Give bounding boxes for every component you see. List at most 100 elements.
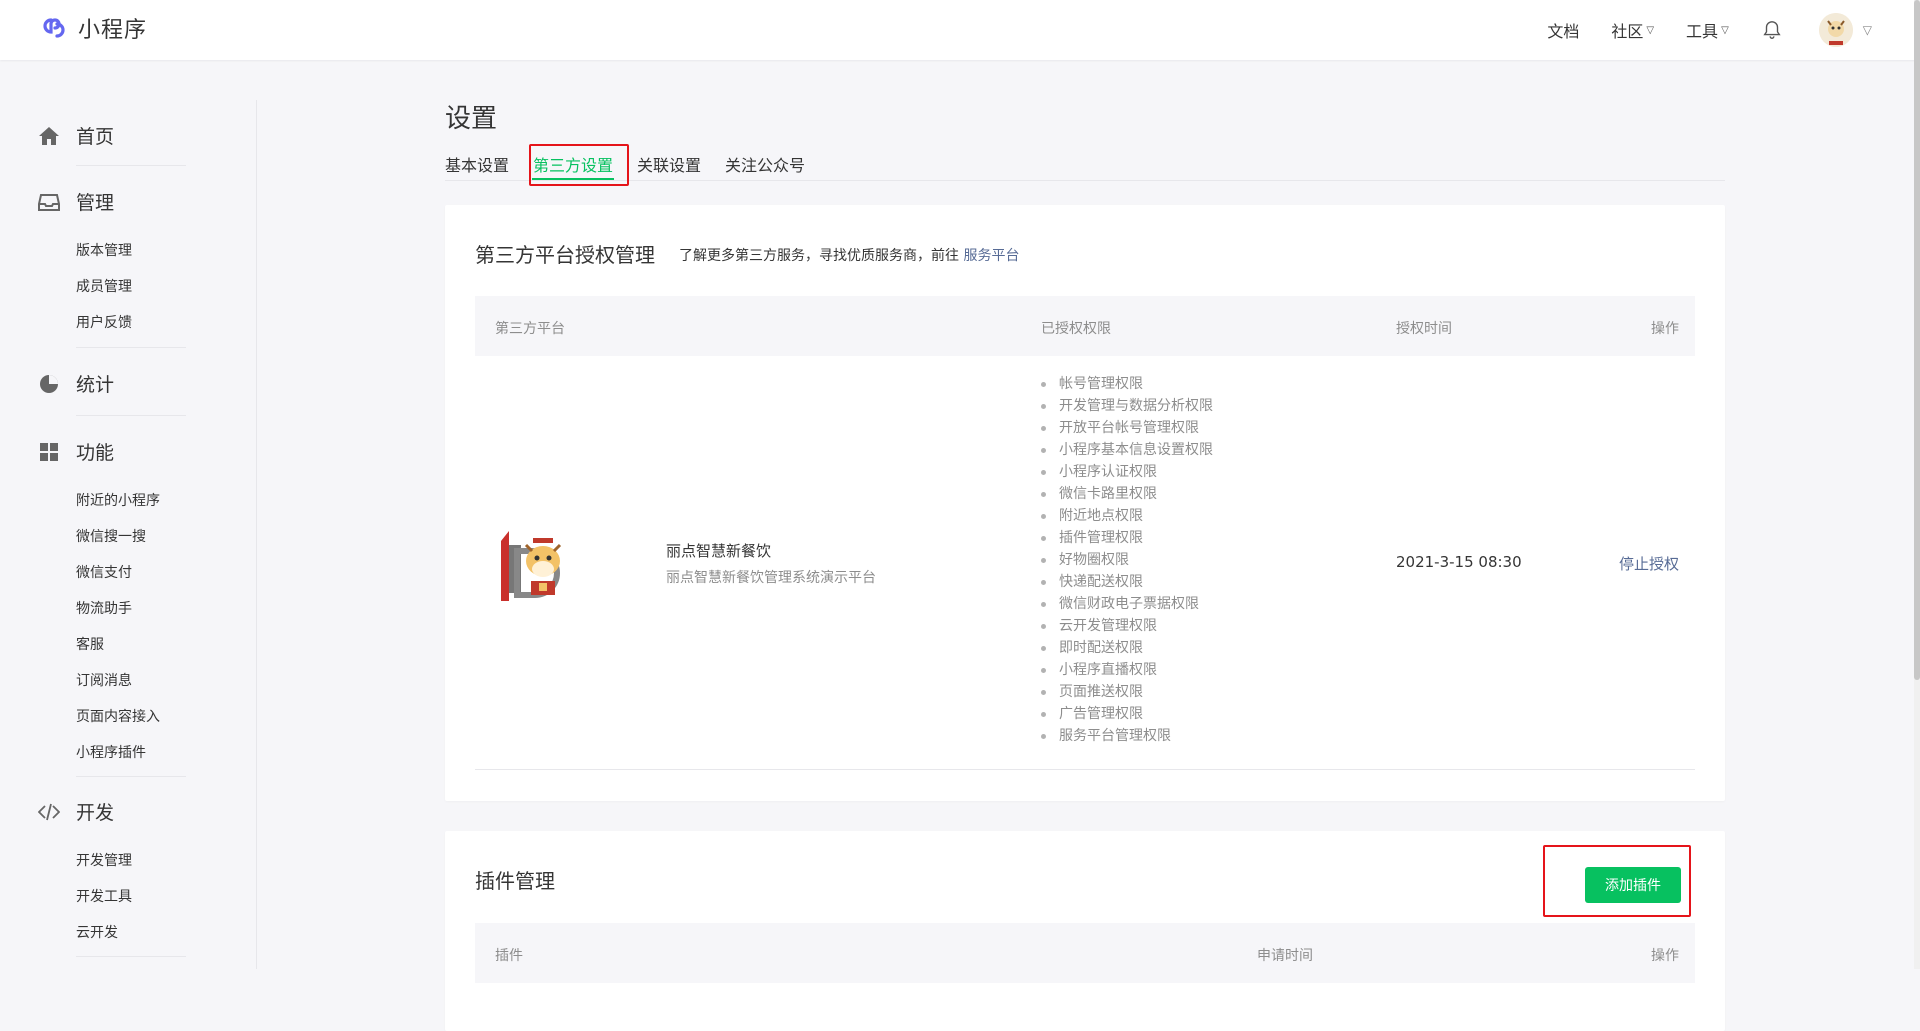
sidebar-item-nearby[interactable]: 附近的小程序 [76,490,160,510]
permission-item: 微信财政电子票据权限 [1041,593,1213,615]
nav-tools-label: 工具 [1686,22,1719,41]
highlight-box-add-plugin [1543,845,1691,917]
sidebar-item-version-manage[interactable]: 版本管理 [76,240,132,260]
sidebar-item-logistics[interactable]: 物流助手 [76,598,132,618]
permission-item: 小程序认证权限 [1041,461,1213,483]
platform-name: 丽点智慧新餐饮 [666,542,772,560]
nav-docs[interactable]: 文档 [1547,18,1579,42]
pie-chart-icon [38,373,60,395]
column-header: 第三方平台 [495,321,565,337]
avatar-image [1818,13,1853,47]
permission-item: 即时配送权限 [1041,637,1213,659]
divider [76,776,186,777]
sidebar-item-wechat-search[interactable]: 微信搜一搜 [76,526,146,546]
sidebar-item-dev-tools[interactable]: 开发工具 [76,886,132,906]
sidebar-item-customer-service[interactable]: 客服 [76,634,104,654]
permission-list: 帐号管理权限 开发管理与数据分析权限 开放平台帐号管理权限 小程序基本信息设置权限 小程… [1041,373,1213,747]
scrollbar-thumb[interactable] [1914,0,1920,680]
avatar[interactable] [1818,13,1853,47]
top-bar: 小程序 文档 社区 ▽ 工具 ▽ ▽ [0,0,1920,60]
permission-item: 页面推送权限 [1041,681,1213,703]
nav-tools[interactable]: 工具 ▽ [1686,18,1729,42]
divider [76,415,186,416]
sidebar-divider [256,100,257,969]
divider [76,347,186,348]
sidebar-item-home[interactable]: 首页 [38,122,114,149]
plugin-card-title: 插件管理 [475,869,555,893]
code-icon [38,801,60,823]
auth-card-desc-text: 了解更多第三方服务，寻找优质服务商，前往 [679,248,959,264]
column-header: 操作 [1651,321,1679,337]
divider [76,165,186,166]
inbox-icon [38,191,60,213]
row-divider [475,769,1695,770]
scrollbar-track[interactable] [1914,0,1920,969]
permission-item: 插件管理权限 [1041,527,1213,549]
permission-item: 微信卡路里权限 [1041,483,1213,505]
auth-table-header: 第三方平台 已授权权限 授权时间 操作 [475,296,1695,356]
plugin-table-header: 插件 申请时间 操作 [475,923,1695,983]
nav-community-label: 社区 [1611,22,1644,41]
grid-icon [38,441,60,463]
sidebar-item-manage[interactable]: 管理 [38,188,114,215]
settings-tabs: 基本设置 第三方设置 关联设置 关注公众号 [445,150,1725,181]
tab-follow-official-account[interactable]: 关注公众号 [725,152,805,176]
permission-item: 附近地点权限 [1041,505,1213,527]
sidebar-item-member-manage[interactable]: 成员管理 [76,276,132,296]
logo[interactable]: 小程序 [38,12,147,44]
permission-item: 帐号管理权限 [1041,373,1213,395]
sidebar-item-page-content[interactable]: 页面内容接入 [76,706,160,726]
auth-card-desc: 了解更多第三方服务，寻找优质服务商，前往 服务平台 [679,245,1019,265]
sidebar-item-features[interactable]: 功能 [38,438,114,465]
nav-community[interactable]: 社区 ▽ [1611,18,1654,42]
chevron-down-icon[interactable]: ▽ [1863,23,1872,37]
sidebar-item-label: 功能 [76,442,115,464]
platform-desc: 丽点智慧新餐饮管理系统演示平台 [666,570,876,586]
service-platform-link[interactable]: 服务平台 [963,248,1019,264]
sidebar-item-plugins[interactable]: 小程序插件 [76,742,146,762]
chevron-down-icon: ▽ [1646,24,1655,36]
permission-item: 好物圈权限 [1041,549,1213,571]
sidebar-item-label: 管理 [76,192,115,214]
plugin-management-card: 插件管理 添加插件 插件 申请时间 操作 [445,831,1725,1031]
sidebar-item-develop[interactable]: 开发 [38,798,114,825]
column-header: 插件 [495,948,523,964]
third-party-auth-card: 第三方平台授权管理 了解更多第三方服务，寻找优质服务商，前往 服务平台 第三方平… [445,205,1725,801]
permission-item: 快递配送权限 [1041,571,1213,593]
top-nav: 文档 社区 ▽ 工具 ▽ ▽ [1547,0,1920,60]
chevron-down-icon: ▽ [1721,24,1729,36]
column-header: 已授权权限 [1041,321,1111,337]
sidebar-item-stats[interactable]: 统计 [38,370,114,397]
home-icon [38,125,60,147]
column-header: 操作 [1651,948,1679,964]
sidebar-item-label: 开发 [76,802,115,824]
nav-docs-label: 文档 [1547,22,1580,41]
divider [76,956,186,957]
sidebar-item-user-feedback[interactable]: 用户反馈 [76,312,132,332]
logo-text: 小程序 [78,18,148,43]
stop-auth-link[interactable]: 停止授权 [1619,553,1679,574]
permission-item: 服务平台管理权限 [1041,725,1213,747]
tab-association-settings[interactable]: 关联设置 [637,152,701,176]
miniprogram-logo-icon [43,18,65,38]
auth-card-title: 第三方平台授权管理 [475,243,655,267]
column-header: 申请时间 [1257,948,1313,964]
permission-item: 小程序基本信息设置权限 [1041,439,1213,461]
permission-item: 广告管理权限 [1041,703,1213,725]
platform-logo [495,525,577,607]
bell-icon[interactable] [1761,19,1783,41]
permission-item: 云开发管理权限 [1041,615,1213,637]
sidebar-item-wechat-pay[interactable]: 微信支付 [76,562,132,582]
sidebar-item-label: 统计 [76,374,115,396]
highlight-box-tab [529,144,629,186]
tab-basic-settings[interactable]: 基本设置 [445,152,509,176]
auth-time: 2021-3-15 08:30 [1396,553,1522,571]
page-title: 设置 [445,104,498,134]
sidebar-item-cloud-dev[interactable]: 云开发 [76,922,118,942]
sidebar: 首页 管理 版本管理 成员管理 用户反馈 统计 功能 附近的小程序 微信搜一搜 … [0,60,256,969]
permission-item: 开发管理与数据分析权限 [1041,395,1213,417]
column-header: 授权时间 [1396,321,1452,337]
sidebar-item-subscribe-msg[interactable]: 订阅消息 [76,670,132,690]
sidebar-item-label: 首页 [76,126,115,148]
sidebar-item-dev-manage[interactable]: 开发管理 [76,850,132,870]
